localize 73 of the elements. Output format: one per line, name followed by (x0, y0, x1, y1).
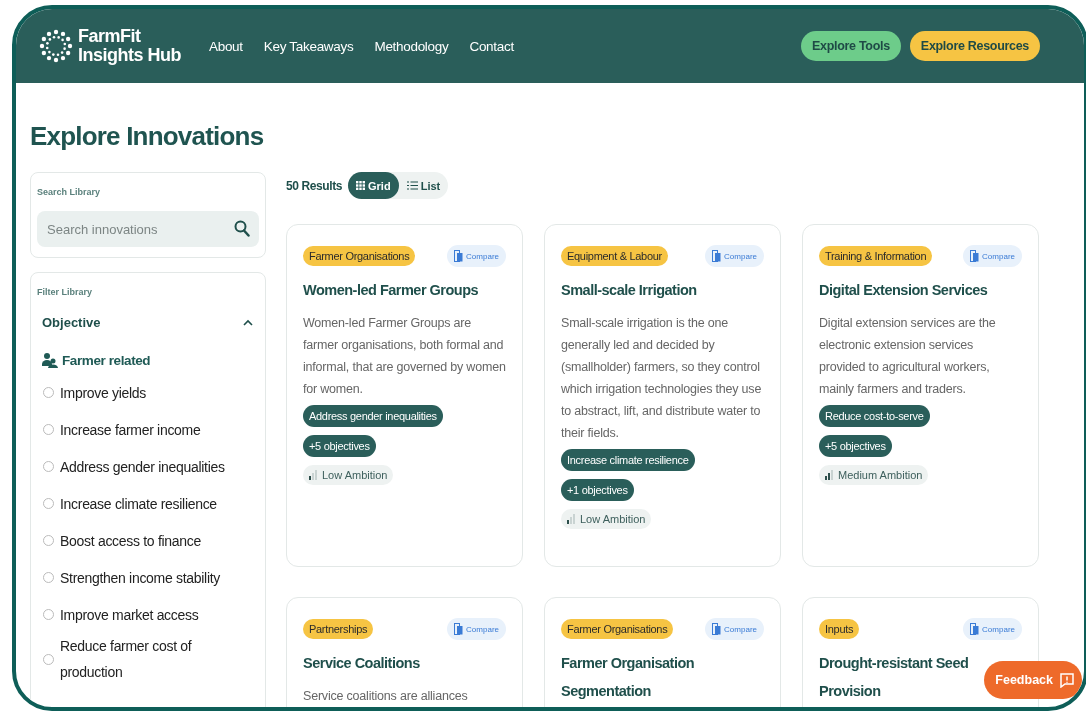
compare-button[interactable]: Compare (447, 245, 506, 267)
compare-icon (454, 250, 464, 262)
explore-button[interactable]: Explore Resources (909, 31, 1040, 61)
caret-icon[interactable] (243, 319, 253, 326)
card-description: Service coalitions are alliances (303, 688, 469, 705)
grid-icon (356, 181, 366, 190)
option-label: Increase farmer income (60, 420, 202, 440)
ambition-tag: Low Ambition (561, 509, 652, 529)
option-label: Improve yields (60, 383, 148, 403)
option-label: Address gender inequalities (60, 457, 226, 477)
category-tag: Farmer Organisations (561, 619, 674, 639)
logo-icon (38, 28, 74, 64)
nav-link[interactable]: Contact (469, 38, 514, 54)
section-title: Objective (42, 315, 101, 330)
card-title: Digital Extension Services (819, 282, 988, 298)
panel-label: Filter Library (37, 287, 93, 297)
card-description: Small-scale irrigation is the one generally led and decided by (smallholder) farmers, so they control which irrigation technologies they use to abstract, lift, and distribute water to their fields. (561, 315, 763, 442)
people-icon (42, 352, 58, 368)
card-title: Small-scale Irrigation (561, 282, 697, 298)
compare-icon (454, 623, 464, 635)
ambition-tag: Medium Ambition (819, 465, 929, 485)
compare-button[interactable]: Compare (963, 245, 1022, 267)
card-description: Women-led Farmer Groups are farmer organisations, both formal and informal, that are governed by women for women. (303, 315, 506, 398)
objective-tag: Address gender inequalities (303, 405, 443, 427)
page-title: Explore Innovations (30, 121, 265, 152)
option-label: Boost access to finance (60, 531, 202, 551)
objectives-count-tag: +1 objectives (561, 479, 634, 501)
card-title: Drought-resistant Seed Provision (819, 655, 969, 699)
compare-icon (970, 623, 980, 635)
group-title: Farmer related (62, 352, 151, 368)
option-label: Reduce farmer cost of production (60, 637, 193, 682)
results-count: 50 Results (286, 178, 343, 193)
innovation-card[interactable]: Partnerships Compare Service Coalitions Service coalitions are alliances (286, 597, 523, 707)
category-tag: Partnerships (303, 619, 374, 639)
compare-button[interactable]: Compare (705, 618, 764, 640)
card-title: Women-led Farmer Groups (303, 282, 479, 298)
option-label: Improve market access (60, 605, 200, 625)
nav-link[interactable]: Methodology (374, 38, 449, 54)
option-label: Increase climate resilience (60, 494, 218, 514)
compare-icon (712, 250, 722, 262)
compare-button[interactable]: Compare (705, 245, 764, 267)
objectives-count-tag: +5 objectives (303, 435, 376, 457)
objective-tag: Reduce cost-to-serve (819, 405, 930, 427)
category-tag: Farmer Organisations (303, 246, 416, 266)
search-field[interactable]: Search innovations (37, 211, 259, 247)
panel-label: Search Library (37, 187, 102, 197)
innovation-card[interactable] (286, 224, 523, 567)
compare-button[interactable]: Compare (963, 618, 1022, 640)
option-label: Strengthen income stability (60, 568, 221, 588)
category-tag: Training & Information (819, 246, 933, 266)
list-icon (406, 181, 418, 190)
explore-button[interactable]: Explore Tools (801, 31, 901, 61)
search-icon (234, 220, 250, 238)
innovation-card[interactable]: Farmer Organisations Compare Farmer Organisation Segmentation (544, 597, 781, 707)
feedback-icon (1060, 672, 1074, 688)
ambition-tag: Low Ambition (303, 465, 394, 485)
compare-icon (712, 623, 722, 635)
compare-icon (970, 250, 980, 262)
logo-text[interactable]: FarmFit Insights Hub (78, 27, 181, 65)
card-description: Digital extension services are the electronic extension services provided to agricultural workers, mainly farmers and traders. (819, 315, 997, 398)
innovation-card[interactable] (544, 224, 781, 567)
objectives-count-tag: +5 objectives (819, 435, 892, 457)
card-title: Farmer Organisation Segmentation (561, 655, 695, 699)
objective-tag: Increase climate resilience (561, 449, 695, 471)
view-tab[interactable]: Grid (348, 172, 399, 199)
view-tab[interactable]: List (398, 172, 449, 199)
innovation-card[interactable] (802, 224, 1039, 567)
nav-link[interactable]: Key Takeaways (263, 38, 354, 54)
category-tag: Inputs (819, 619, 860, 639)
compare-button[interactable]: Compare (447, 618, 506, 640)
category-tag: Equipment & Labour (561, 246, 668, 266)
nav-link[interactable]: About (209, 38, 243, 54)
card-title: Service Coalitions (303, 655, 420, 671)
